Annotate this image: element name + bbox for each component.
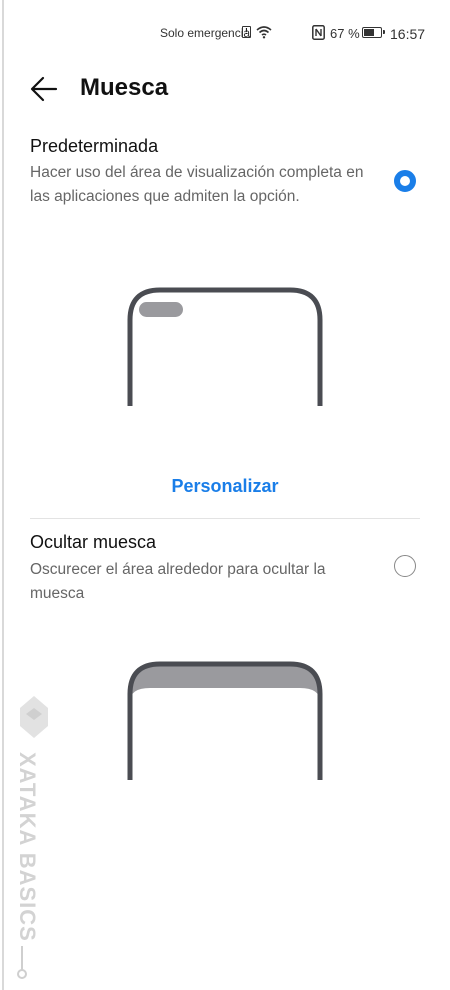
emergency-status-text: Solo emergencia	[160, 26, 251, 40]
battery-level-fill	[364, 29, 375, 36]
back-arrow-icon[interactable]	[30, 76, 58, 102]
sim-alert-icon: !	[242, 26, 251, 38]
option-hide-notch-radio[interactable]	[394, 555, 416, 577]
phone-notch-default-illustration	[127, 287, 323, 406]
watermark-text: XATAKA BASICS	[15, 752, 40, 942]
option-hide-notch-title[interactable]: Ocultar muesca	[30, 532, 156, 553]
option-default-description: Hacer uso del área de visualización comp…	[30, 164, 364, 205]
option-default-radio[interactable]	[394, 170, 416, 192]
page-title: Muesca	[80, 74, 169, 101]
phone-notch-hidden-illustration	[127, 661, 323, 780]
personalize-link[interactable]: Personalizar	[0, 476, 450, 497]
battery-icon	[362, 27, 385, 38]
wifi-icon	[256, 26, 272, 39]
clock-time: 16:57	[390, 26, 426, 42]
option-default-title[interactable]: Predeterminada	[30, 136, 158, 157]
status-bar: Solo emergencia ! 67 % 16:57	[0, 0, 450, 64]
section-divider	[30, 518, 420, 519]
nfc-icon	[312, 25, 325, 40]
battery-percent-text: 67 %	[330, 26, 360, 41]
option-hide-notch-description: Oscurecer el área alrededor para ocultar…	[30, 561, 326, 602]
